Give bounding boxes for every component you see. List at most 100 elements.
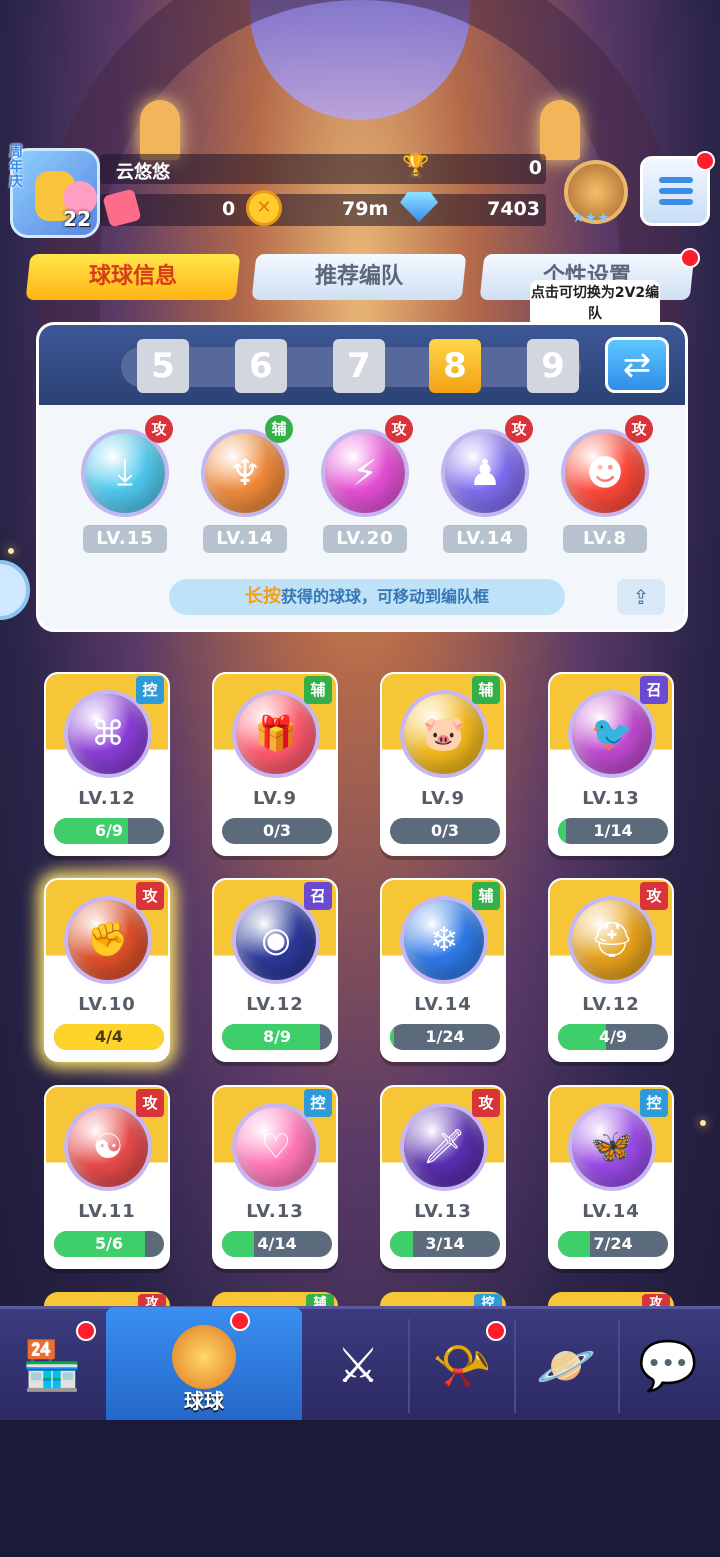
background-window [140,100,180,160]
team-panel: 5 6 7 8 9 ⇄ ⤓ 攻 LV.15 ♆ 辅 LV.14 ⚡ 攻 LV.20 ♟ 攻 LV.14… [36,322,688,632]
hint-highlight: 长按 [244,586,281,607]
upgrade-progress-bar: 0/3 [390,818,500,844]
role-badge: 辅 [265,415,293,443]
ball-level: LV.13 [246,1201,304,1222]
ball-level: LV.14 [582,1201,640,1222]
team-ball-slot[interactable]: ♟ 攻 LV.14 [435,415,535,553]
role-badge: 攻 [625,415,653,443]
ball-card[interactable]: ⛑ 攻 LV.12 4/9 [548,878,674,1062]
role-tag: 控 [304,1089,332,1117]
role-tag: 控 [136,676,164,704]
diamond-icon[interactable] [400,192,438,222]
ball-level: LV.15 [83,525,167,553]
progress-text: 1/14 [593,821,633,840]
role-tag: 辅 [304,676,332,704]
long-press-hint: 长按获得的球球，可移动到编队框 [169,579,565,615]
nav-shop[interactable]: 🏪 [0,1309,104,1423]
swap-mode-button[interactable]: ⇄ [605,337,669,393]
ball-card[interactable]: 🗡 攻 LV.13 3/14 [380,1085,506,1269]
role-tag: 召 [640,676,668,704]
ball-level: LV.14 [443,525,527,553]
shop-icon: 🏪 [22,1338,82,1394]
balls-icon [172,1325,236,1389]
nav-planet[interactable]: 🪐 [514,1309,618,1423]
progress-text: 0/3 [262,821,292,840]
tab-recommended-team[interactable]: 推荐编队 [251,254,467,300]
role-tag: 辅 [472,676,500,704]
ball-card[interactable]: ♡ 控 LV.13 4/14 [212,1085,338,1269]
role-badge: 攻 [505,415,533,443]
notification-dot [230,1311,250,1331]
trophy-count: 0 [528,157,542,179]
ball-card[interactable]: ✊ 攻 LV.10 4/4 [44,878,170,1062]
team-ball-slot[interactable]: ☻ 攻 LV.8 [555,415,655,553]
share-button[interactable]: ⇪ [617,579,665,615]
ticket-count: 0 [222,198,236,220]
upgrade-progress-bar: 4/4 [54,1024,164,1050]
whistle-icon: 📯 [432,1338,492,1394]
ball-card[interactable]: ⌘ 控 LV.12 6/9 [44,672,170,856]
progress-text: 8/9 [262,1027,292,1046]
player-avatar[interactable]: 周年庆 22 [9,144,100,238]
nav-balls[interactable]: 球球 [106,1307,302,1421]
upgrade-progress-bar: 1/24 [390,1024,500,1050]
team-ball-slot[interactable]: ⤓ 攻 LV.15 [75,415,175,553]
progress-text: 4/14 [257,1234,297,1253]
tab-ball-info[interactable]: 球球信息 [25,254,241,300]
upgrade-progress-bar: 4/9 [558,1024,668,1050]
progress-text: 4/4 [94,1027,124,1046]
role-badge: 攻 [145,415,173,443]
ball-card[interactable]: 🦋 控 LV.14 7/24 [548,1085,674,1269]
slot-button-active[interactable]: 8 [429,339,481,393]
anniversary-label: 周年庆 [9,144,23,190]
role-tag: 攻 [472,1089,500,1117]
role-tag: 攻 [136,882,164,910]
upgrade-progress-bar: 8/9 [222,1024,332,1050]
ball-level: LV.12 [582,994,640,1015]
team-ball-slot[interactable]: ♆ 辅 LV.14 [195,415,295,553]
upgrade-progress-bar: 4/14 [222,1231,332,1257]
ball-level: LV.13 [414,1201,472,1222]
player-name: 云悠悠 [116,162,170,183]
slot-button[interactable]: 9 [527,339,579,393]
slot-button[interactable]: 6 [235,339,287,393]
tab-label: 球球信息 [88,264,177,289]
slot-button[interactable]: 7 [333,339,385,393]
ball-card[interactable]: 🐦 召 LV.13 1/14 [548,672,674,856]
ball-card[interactable]: ❄ 辅 LV.14 1/24 [380,878,506,1062]
coin-icon[interactable]: ✕ [246,190,282,226]
diamond-count: 7403 [487,198,540,220]
progress-text: 6/9 [94,821,124,840]
role-tag: 辅 [472,882,500,910]
progress-text: 4/9 [598,1027,628,1046]
ball-card[interactable]: ☯ 攻 LV.11 5/6 [44,1085,170,1269]
hint-text: 获得的球球，可移动到编队框 [280,587,489,606]
notification-dot [76,1321,96,1341]
team-slot-header: 5 6 7 8 9 ⇄ [39,325,685,405]
sparkle [8,548,14,554]
rank-badge-icon[interactable]: ★★★ [564,160,628,226]
nav-whistle[interactable]: 📯 [410,1309,514,1423]
ball-level: LV.11 [78,1201,136,1222]
role-tag: 召 [304,882,332,910]
ball-card[interactable]: ◉ 召 LV.12 8/9 [212,878,338,1062]
nav-battle[interactable]: ⚔ [306,1309,410,1423]
background-window [540,100,580,160]
ball-level: LV.10 [78,994,136,1015]
nav-chat[interactable]: 💬 [616,1309,720,1423]
ticket-icon[interactable] [102,188,142,228]
ball-card[interactable]: 🐷 辅 LV.9 0/3 [380,672,506,856]
role-tag: 控 [640,1089,668,1117]
bottom-blank-area [0,1420,720,1557]
distance-value: 79m [342,198,389,220]
slot-button[interactable]: 5 [137,339,189,393]
nav-label: 球球 [184,1389,224,1413]
player-name-bar: 云悠悠 🏆 0 [100,154,546,184]
crossed-swords-icon: ⚔ [336,1338,380,1394]
progress-text: 1/24 [425,1027,465,1046]
ball-level: LV.14 [203,525,287,553]
ball-card[interactable]: 🎁 辅 LV.9 0/3 [212,672,338,856]
team-ball-slot[interactable]: ⚡ 攻 LV.20 [315,415,415,553]
menu-button[interactable] [640,151,715,226]
player-level: 22 [63,207,91,231]
